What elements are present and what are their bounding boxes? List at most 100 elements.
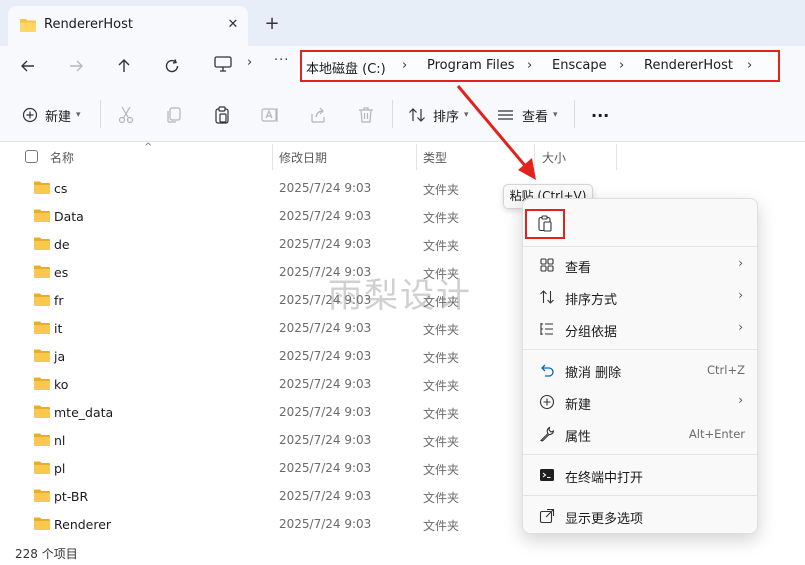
file-type: 文件夹	[423, 491, 460, 505]
chevron-right-icon: ›	[738, 288, 743, 302]
file-row[interactable]: pl 2025/7/24 9:03 文件夹	[0, 454, 520, 482]
breadcrumb-more[interactable]: ···	[274, 53, 289, 68]
menu-item-label: 属性	[565, 430, 592, 445]
undo-icon	[541, 364, 554, 377]
file-date: 2025/7/24 9:03	[279, 349, 372, 363]
file-row[interactable]: ko 2025/7/24 9:03 文件夹	[0, 370, 520, 398]
column-size[interactable]: 大小	[542, 149, 566, 166]
refresh-button[interactable]	[158, 52, 186, 80]
menu-item-new[interactable]: 新建 ›	[527, 387, 755, 417]
paste-button[interactable]	[525, 209, 565, 239]
menu-item-show-more[interactable]: 显示更多选项	[527, 501, 755, 531]
column-type[interactable]: 类型	[423, 149, 447, 166]
rename-icon[interactable]	[260, 105, 280, 125]
folder-icon	[34, 377, 50, 390]
breadcrumb-enscape[interactable]: Enscape	[552, 58, 607, 73]
breadcrumb-separator[interactable]: ›	[527, 58, 532, 73]
back-button[interactable]	[14, 52, 42, 80]
new-tab-button[interactable]: +	[262, 12, 282, 36]
file-type: 文件夹	[423, 407, 460, 421]
arrow-left-icon	[21, 60, 34, 72]
menu-item-properties[interactable]: 属性 Alt+Enter	[527, 419, 755, 449]
open-external-icon	[539, 508, 555, 524]
breadcrumb-separator[interactable]: ›	[747, 58, 752, 73]
menu-item-view[interactable]: 查看 ›	[527, 250, 755, 280]
breadcrumb-rendererhost[interactable]: RendererHost	[644, 58, 733, 73]
computer-icon[interactable]	[214, 56, 232, 72]
chevron-right-icon: ›	[738, 256, 743, 270]
wrench-icon	[539, 426, 555, 442]
file-name: fr	[54, 293, 64, 308]
menu-divider	[523, 495, 757, 496]
file-row[interactable]: Renderer 2025/7/24 9:03 文件夹	[0, 510, 520, 538]
file-type: 文件夹	[423, 519, 460, 533]
file-row[interactable]: cs 2025/7/24 9:03 文件夹	[0, 174, 520, 202]
up-button[interactable]	[110, 52, 138, 80]
terminal-icon	[540, 469, 554, 481]
file-date: 2025/7/24 9:03	[279, 433, 372, 447]
breadcrumb-separator[interactable]: ›	[619, 58, 624, 73]
view-button-label: 查看	[522, 109, 549, 125]
view-button[interactable]: 查看 ▾	[497, 104, 558, 126]
menu-item-undo-delete[interactable]: 撤消 删除 Ctrl+Z	[527, 355, 755, 385]
view-list-icon	[498, 110, 513, 120]
file-name: de	[54, 237, 70, 252]
address-bar[interactable]: 本地磁盘 (C:) › Program Files › Enscape › Re…	[300, 50, 780, 82]
menu-item-open-terminal[interactable]: 在终端中打开	[527, 460, 755, 490]
file-name: ja	[54, 349, 66, 364]
folder-icon	[34, 461, 50, 474]
plus-circle-icon	[22, 107, 38, 123]
file-row[interactable]: nl 2025/7/24 9:03 文件夹	[0, 426, 520, 454]
file-type: 文件夹	[423, 323, 460, 337]
forward-button[interactable]	[62, 52, 90, 80]
menu-item-sort[interactable]: 排序方式 ›	[527, 282, 755, 312]
file-date: 2025/7/24 9:03	[279, 209, 372, 223]
more-options-button[interactable]: ···	[591, 104, 609, 126]
column-divider[interactable]	[416, 144, 417, 170]
sort-button[interactable]: 排序 ▾	[408, 104, 469, 126]
file-name: it	[54, 321, 63, 336]
select-all-checkbox[interactable]	[25, 150, 38, 163]
refresh-icon	[165, 59, 179, 73]
file-type: 文件夹	[423, 463, 460, 477]
tab-rendererhost[interactable]: RendererHost ✕	[8, 6, 248, 46]
file-row[interactable]: ja 2025/7/24 9:03 文件夹	[0, 342, 520, 370]
menu-item-label: 排序方式	[565, 293, 618, 308]
share-icon[interactable]	[308, 105, 328, 125]
file-date: 2025/7/24 9:03	[279, 405, 372, 419]
column-date[interactable]: 修改日期	[279, 149, 327, 166]
folder-icon	[34, 237, 50, 250]
file-row[interactable]: mte_data 2025/7/24 9:03 文件夹	[0, 398, 520, 426]
breadcrumb-separator[interactable]: ›	[402, 58, 407, 73]
column-divider[interactable]	[534, 144, 535, 170]
cut-icon[interactable]	[116, 105, 136, 125]
sort-button-label: 排序	[433, 109, 460, 125]
paste-icon[interactable]	[212, 105, 232, 125]
menu-item-group[interactable]: 分组依据 ›	[527, 314, 755, 344]
chevron-down-icon: ▾	[464, 110, 469, 120]
breadcrumb-program-files[interactable]: Program Files	[427, 58, 515, 73]
breadcrumb-local-disk[interactable]: 本地磁盘 (C:)	[306, 58, 386, 77]
file-type: 文件夹	[423, 379, 460, 393]
file-row[interactable]: de 2025/7/24 9:03 文件夹	[0, 230, 520, 258]
file-date: 2025/7/24 9:03	[279, 377, 372, 391]
chevron-right-icon: ›	[738, 393, 743, 407]
column-divider[interactable]	[616, 144, 617, 170]
new-button[interactable]: 新建 ▾	[22, 104, 81, 126]
file-row[interactable]: Data 2025/7/24 9:03 文件夹	[0, 202, 520, 230]
column-name[interactable]: 名称	[50, 149, 74, 166]
file-row[interactable]: pt-BR 2025/7/24 9:03 文件夹	[0, 482, 520, 510]
menu-divider	[523, 246, 757, 247]
breadcrumb-separator[interactable]: ›	[247, 55, 252, 70]
file-row[interactable]: it 2025/7/24 9:03 文件夹	[0, 314, 520, 342]
menu-item-label: 查看	[565, 261, 592, 276]
watermark-text: 雨梨设计	[328, 276, 472, 316]
menu-item-label: 分组依据	[565, 325, 618, 340]
close-icon[interactable]: ✕	[222, 14, 244, 36]
menu-item-label: 显示更多选项	[565, 512, 644, 527]
copy-icon[interactable]	[164, 105, 184, 125]
shortcut-text: Alt+Enter	[688, 427, 745, 441]
column-divider[interactable]	[272, 144, 273, 170]
folder-icon	[20, 19, 36, 32]
delete-icon[interactable]	[356, 105, 376, 125]
